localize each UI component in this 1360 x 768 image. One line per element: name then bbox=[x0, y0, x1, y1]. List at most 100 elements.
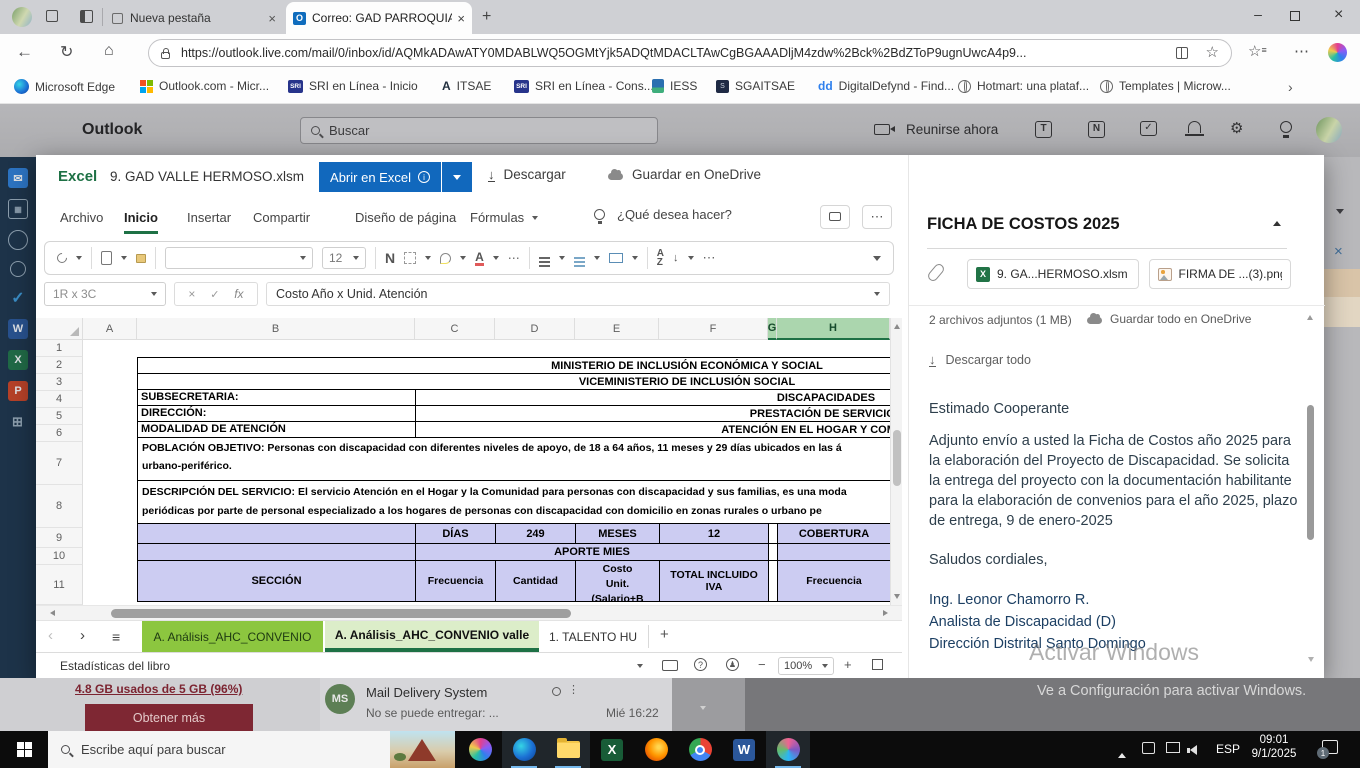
cell-r9-meses[interactable]: MESES bbox=[575, 523, 660, 544]
merge-dropdown[interactable] bbox=[632, 256, 638, 260]
address-bar[interactable]: https://outlook.live.com/mail/0/inbox/id… bbox=[148, 39, 1232, 67]
taskbar-app-explorer[interactable] bbox=[546, 731, 590, 768]
font-color-icon[interactable]: A bbox=[475, 251, 484, 266]
sheet-list-icon[interactable]: ≡ bbox=[112, 631, 120, 643]
cell-r11-seccion[interactable]: SECCIÓN bbox=[137, 560, 416, 602]
email-scroll-thumb[interactable] bbox=[1307, 405, 1314, 540]
row-header-5[interactable]: 5 bbox=[36, 408, 83, 425]
accessibility-icon[interactable]: ♟ bbox=[726, 658, 739, 671]
row-header-2[interactable]: 2 bbox=[36, 357, 83, 374]
browser-tab-inactive[interactable]: Nueva pestaña × bbox=[106, 4, 282, 32]
browser-tab-active[interactable]: O Correo: GAD PARROQUIAL VALLE × bbox=[286, 2, 472, 34]
insert-function-icon[interactable]: fx bbox=[234, 287, 243, 301]
people-icon[interactable] bbox=[8, 230, 28, 250]
row-header-8[interactable]: 8 bbox=[36, 485, 83, 528]
powerpoint-icon[interactable]: P bbox=[8, 381, 28, 401]
row-header-11[interactable]: 11 bbox=[36, 565, 83, 605]
open-in-excel-button[interactable]: Abrir en Excel i bbox=[319, 162, 441, 192]
browser-menu-icon[interactable]: ⋯ bbox=[1294, 42, 1309, 60]
bookmarks-overflow-icon[interactable]: › bbox=[1288, 79, 1293, 95]
sheet-tab-talento[interactable]: 1. TALENTO HU bbox=[543, 621, 647, 652]
gear-icon[interactable]: ⚙ bbox=[1230, 119, 1243, 137]
bookmark-digitaldefynd[interactable]: ddDigitalDefynd - Find... bbox=[818, 79, 954, 93]
save-onedrive-button[interactable]: Guardar en OneDrive bbox=[608, 167, 761, 182]
bookmark-hotmart[interactable]: Hotmart: una plataf... bbox=[958, 79, 1089, 93]
excel-icon[interactable]: X bbox=[8, 350, 28, 370]
meet-now-button[interactable]: Reunirse ahora bbox=[874, 122, 998, 137]
bookmark-templates[interactable]: Templates | Microw... bbox=[1100, 79, 1231, 93]
scroll-left-icon[interactable] bbox=[50, 610, 55, 616]
outlook-search-box[interactable]: Buscar bbox=[300, 117, 658, 144]
cell-r10-h[interactable] bbox=[777, 543, 890, 561]
tray-show-hidden-icon[interactable] bbox=[1118, 745, 1126, 763]
col-header-E[interactable]: E bbox=[575, 318, 659, 340]
ribbon-tab-inicio[interactable]: Inicio bbox=[124, 210, 158, 234]
back-icon[interactable]: ← bbox=[16, 42, 33, 62]
align-icon[interactable] bbox=[539, 257, 550, 259]
todo-icon[interactable]: ✓ bbox=[1140, 121, 1157, 136]
sheet-nav-next-icon[interactable]: › bbox=[80, 627, 85, 644]
search-highlight-image[interactable] bbox=[390, 731, 455, 768]
cell-r11-frecuencia1[interactable]: Frecuencia bbox=[415, 560, 496, 602]
ribbon-tab-compartir[interactable]: Compartir bbox=[253, 210, 310, 225]
pane-scroll-up-icon[interactable] bbox=[1307, 315, 1313, 320]
bookmark-outlook[interactable]: Outlook.com - Micr... bbox=[140, 79, 269, 93]
favorites-bar-icon[interactable]: ☆≡ bbox=[1248, 42, 1267, 60]
tray-language[interactable]: ESP bbox=[1216, 742, 1240, 756]
taskbar-search-box[interactable]: Escribe aquí para buscar bbox=[48, 731, 390, 768]
collapse-chevron-icon[interactable] bbox=[1336, 209, 1344, 214]
cell-r10-aporte[interactable]: APORTE MIES bbox=[415, 543, 769, 561]
row-header-7[interactable]: 7 bbox=[36, 442, 83, 485]
zoom-in-icon[interactable]: + bbox=[844, 657, 852, 672]
storage-usage-link[interactable]: 4.8 GB usados de 5 GB (96%) bbox=[75, 682, 242, 696]
action-center-icon[interactable]: 1 bbox=[1322, 740, 1338, 754]
open-in-excel-dropdown[interactable] bbox=[442, 162, 472, 192]
font-size-select[interactable]: 12 bbox=[322, 247, 366, 269]
scroll-up-icon[interactable] bbox=[894, 324, 900, 329]
row-header-3[interactable]: 3 bbox=[36, 374, 83, 391]
col-header-H[interactable]: H bbox=[777, 318, 890, 340]
format-painter-icon[interactable] bbox=[136, 254, 146, 263]
vscroll-thumb[interactable] bbox=[893, 430, 901, 486]
bold-button[interactable]: N bbox=[385, 250, 395, 266]
cell-r9-dias-value[interactable]: 249 bbox=[495, 523, 576, 544]
more-apps-icon[interactable]: ⊞ bbox=[8, 412, 28, 432]
cell-r8-descripcion[interactable]: DESCRIPCIÓN DEL SERVICIO: El servicio At… bbox=[137, 480, 890, 524]
fullscreen-icon[interactable] bbox=[872, 659, 883, 670]
cell-r11-frecuencia2[interactable]: Frecuencia bbox=[777, 560, 890, 602]
download-button[interactable]: ↓ Descargar bbox=[488, 167, 566, 182]
cell-title2[interactable]: VICEMINISTERIO DE INCLUSIÓN SOCIAL bbox=[137, 373, 890, 390]
cell-r11-costo[interactable]: Costo Unit. (Salario+B bbox=[575, 560, 660, 602]
ribbon-tab-formulas[interactable]: Fórmulas bbox=[470, 210, 538, 225]
select-all-corner[interactable] bbox=[36, 318, 83, 340]
statusbar-chevron-icon[interactable] bbox=[637, 664, 643, 668]
formula-bar[interactable]: Costo Año x Unid. Atención bbox=[266, 282, 890, 306]
undo-dropdown[interactable] bbox=[76, 256, 82, 260]
cancel-entry-icon[interactable]: × bbox=[188, 287, 195, 301]
ribbon-tab-insertar[interactable]: Insertar bbox=[187, 210, 231, 225]
taskbar-app-firefox[interactable] bbox=[634, 731, 678, 768]
keyboard-icon[interactable] bbox=[662, 660, 678, 671]
cell-r5-label[interactable]: DIRECCIÓN: bbox=[137, 405, 416, 422]
workbook-stats-label[interactable]: Estadísticas del libro bbox=[60, 659, 170, 673]
scroll-right-icon[interactable] bbox=[883, 610, 888, 616]
ribbon-tab-diseno[interactable]: Diseño de página bbox=[355, 210, 456, 225]
favorite-star-icon[interactable]: ☆ bbox=[1206, 46, 1219, 60]
cell-r6-value[interactable]: ATENCIÓN EN EL HOGAR Y COMUNIDA bbox=[415, 421, 890, 438]
align-dropdown[interactable] bbox=[559, 256, 565, 260]
borders-dropdown[interactable] bbox=[425, 256, 431, 260]
sheet-tab-convenio-valle[interactable]: A. Análisis_AHC_CONVENIO valle bbox=[325, 621, 539, 652]
bookmark-iess[interactable]: IESS bbox=[652, 79, 697, 93]
close-pane-icon[interactable]: × bbox=[1334, 243, 1343, 260]
cell-r10-b[interactable] bbox=[137, 543, 416, 561]
tray-network-icon[interactable] bbox=[1166, 742, 1180, 753]
start-button[interactable] bbox=[0, 731, 48, 768]
new-tab-button[interactable]: + bbox=[482, 8, 491, 26]
row-header-9[interactable]: 9 bbox=[36, 528, 83, 548]
get-more-button[interactable]: Obtener más bbox=[85, 704, 253, 731]
taskbar-app-copilot[interactable] bbox=[458, 731, 502, 768]
cell-r11-cantidad[interactable]: Cantidad bbox=[495, 560, 576, 602]
tray-feedback-icon[interactable] bbox=[1142, 742, 1155, 754]
taskbar-app-excel[interactable]: X bbox=[590, 731, 634, 768]
grid-vscrollbar[interactable] bbox=[890, 318, 902, 605]
